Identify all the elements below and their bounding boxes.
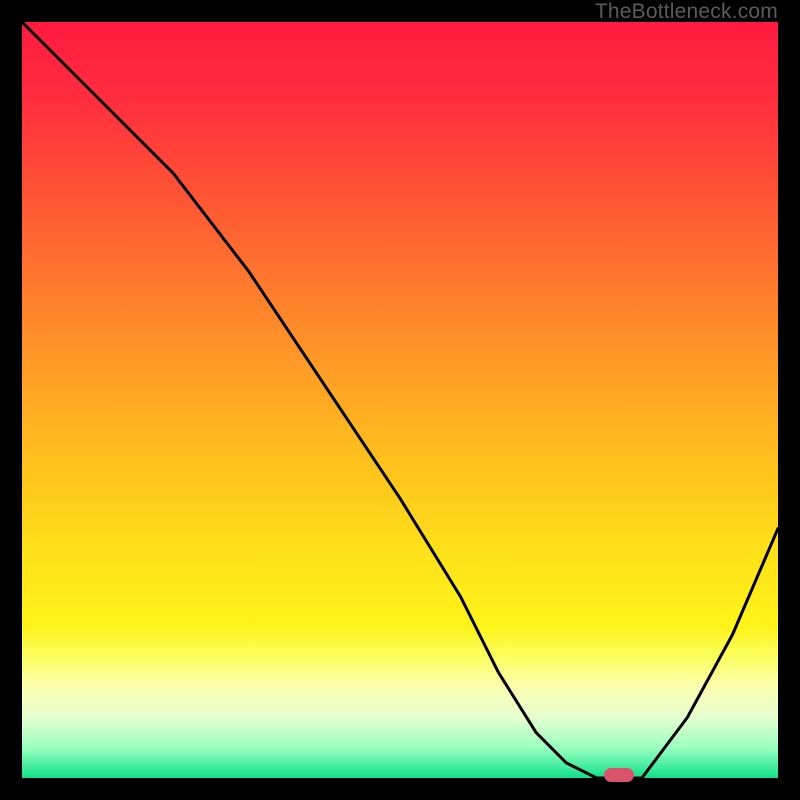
chart-frame: [22, 22, 778, 778]
optimal-marker: [604, 768, 634, 782]
watermark-text: TheBottleneck.com: [595, 0, 778, 24]
chart-plot: [22, 22, 778, 778]
